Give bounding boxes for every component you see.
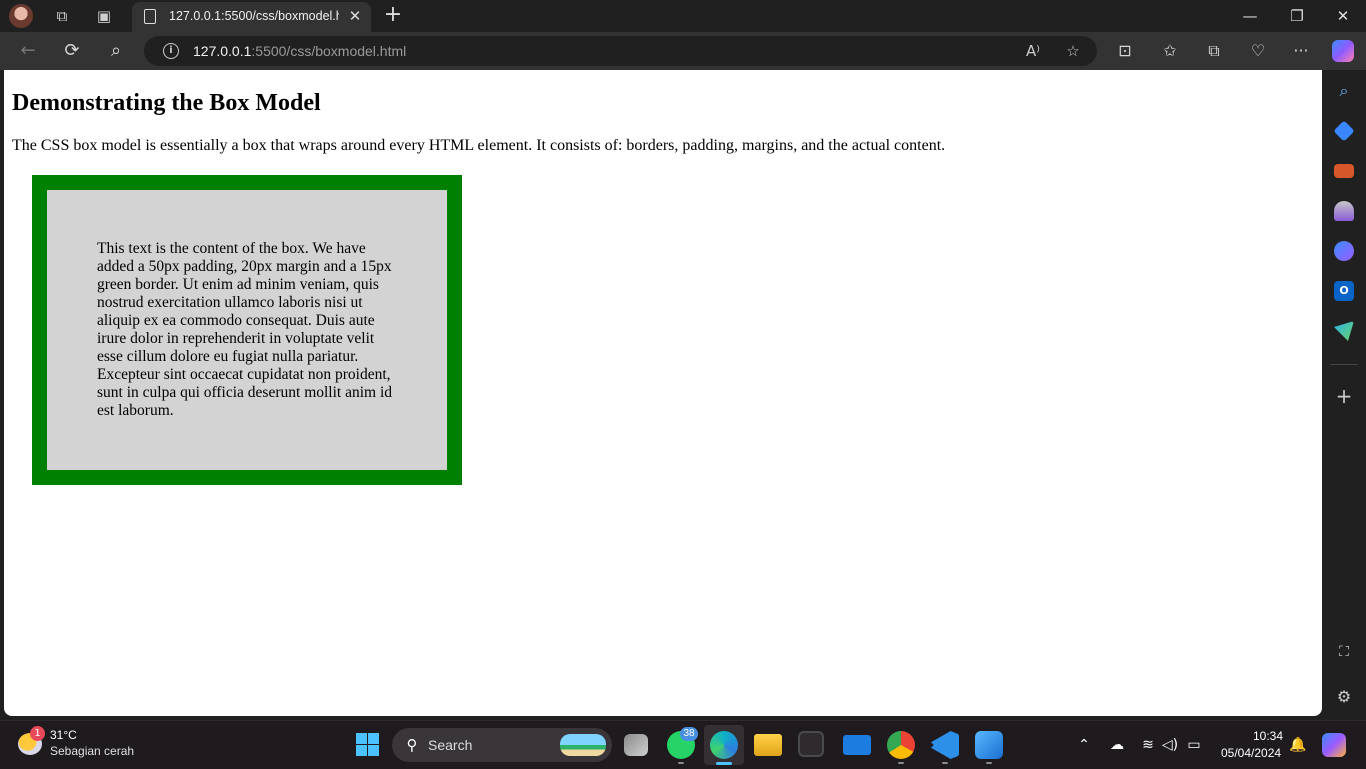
read-aloud-icon[interactable]: A⁾ bbox=[1023, 41, 1043, 61]
page-intro-paragraph: The CSS box model is essentially a box t… bbox=[12, 137, 946, 154]
new-tab-button[interactable]: + bbox=[383, 4, 403, 26]
copilot-icon[interactable] bbox=[1332, 40, 1354, 62]
whatsapp-badge: 38 bbox=[680, 727, 698, 741]
tools-icon[interactable] bbox=[1334, 164, 1354, 178]
tab-title: 127.0.0.1:5500/css/boxmodel.htm bbox=[169, 9, 339, 23]
file-explorer-icon[interactable] bbox=[754, 734, 782, 756]
favorite-star-icon[interactable]: ☆ bbox=[1063, 41, 1083, 61]
add-sidebar-app-icon[interactable]: + bbox=[1334, 386, 1354, 406]
edge-active-indicator bbox=[716, 762, 732, 765]
edge-sidebar: ⌕ O + ⛶ ⚙ bbox=[1322, 70, 1366, 716]
onedrive-icon[interactable]: ☁ bbox=[1107, 735, 1127, 755]
sidebar-settings-icon[interactable]: ⚙ bbox=[1334, 687, 1354, 707]
url-host: 127.0.0.1 bbox=[193, 43, 252, 59]
refresh-button[interactable]: ⟳ bbox=[61, 40, 83, 62]
box-model-demo: This text is the content of the box. We … bbox=[32, 175, 462, 485]
performance-icon[interactable]: ♡ bbox=[1248, 41, 1268, 61]
url-text[interactable]: 127.0.0.1:5500/css/boxmodel.html bbox=[193, 43, 406, 59]
photos-running-indicator bbox=[986, 762, 992, 764]
copilot-taskbar-icon[interactable] bbox=[1322, 733, 1346, 757]
edge-icon[interactable] bbox=[710, 731, 738, 759]
notification-bell-icon[interactable]: 🔔 bbox=[1288, 735, 1308, 755]
weather-description[interactable]: Sebagian cerah bbox=[50, 744, 134, 758]
show-hidden-icons-chevron[interactable]: ⌃ bbox=[1074, 735, 1094, 755]
vscode-icon[interactable] bbox=[931, 731, 959, 759]
microsoft-365-icon[interactable] bbox=[1334, 241, 1354, 261]
sidebar-separator bbox=[1330, 364, 1358, 365]
browser-toolbar: ← ⟳ ⌕ i 127.0.0.1:5500/css/boxmodel.html… bbox=[0, 32, 1366, 70]
close-window-button[interactable]: ✕ bbox=[1331, 6, 1355, 26]
page-viewport: Demonstrating the Box Model The CSS box … bbox=[4, 70, 1322, 716]
site-info-icon[interactable]: i bbox=[163, 43, 179, 59]
search-placeholder: Search bbox=[428, 737, 473, 753]
games-icon[interactable] bbox=[1334, 201, 1354, 221]
collections-icon[interactable]: ⧉ bbox=[1204, 41, 1224, 61]
profile-avatar[interactable] bbox=[9, 4, 33, 28]
split-screen-icon[interactable]: ⊡ bbox=[1115, 41, 1135, 61]
box-content-text: This text is the content of the box. We … bbox=[97, 240, 393, 419]
clock-time[interactable]: 10:34 bbox=[1253, 729, 1283, 743]
volume-icon[interactable]: ◁) bbox=[1160, 735, 1180, 755]
whatsapp-running-indicator bbox=[678, 762, 684, 764]
title-bar: ⧉ ▣ 127.0.0.1:5500/css/boxmodel.htm ✕ + … bbox=[0, 0, 1366, 32]
favorites-icon[interactable]: ✩ bbox=[1160, 41, 1180, 61]
microsoft-store-icon[interactable] bbox=[798, 731, 824, 757]
workspaces-icon[interactable]: ⧉ bbox=[52, 6, 72, 26]
vscode-running-indicator bbox=[942, 762, 948, 764]
outlook-icon[interactable]: O bbox=[1334, 281, 1354, 301]
search-icon: ⚲ bbox=[406, 736, 418, 754]
mail-icon[interactable] bbox=[843, 735, 871, 755]
search-highlight-image bbox=[560, 734, 606, 756]
photos-icon[interactable] bbox=[975, 731, 1003, 759]
chrome-icon[interactable] bbox=[887, 731, 915, 759]
restore-button[interactable]: ❐ bbox=[1285, 6, 1309, 26]
browser-tab-active[interactable]: 127.0.0.1:5500/css/boxmodel.htm ✕ bbox=[132, 2, 371, 32]
clock-date[interactable]: 05/04/2024 bbox=[1221, 746, 1281, 760]
vertical-tabs-icon[interactable]: ▣ bbox=[94, 6, 114, 26]
weather-badge: 1 bbox=[30, 726, 45, 741]
tab-close-icon[interactable]: ✕ bbox=[347, 8, 363, 24]
battery-icon[interactable]: ▭ bbox=[1184, 735, 1204, 755]
screenshot-icon[interactable]: ⛶ bbox=[1334, 642, 1354, 662]
page-heading: Demonstrating the Box Model bbox=[12, 90, 321, 116]
drop-icon[interactable] bbox=[1334, 321, 1354, 341]
back-button[interactable]: ← bbox=[17, 40, 39, 62]
wifi-icon[interactable]: ≋ bbox=[1138, 735, 1158, 755]
url-path: :5500/css/boxmodel.html bbox=[251, 43, 407, 59]
address-bar[interactable]: i 127.0.0.1:5500/css/boxmodel.html A⁾ ☆ bbox=[144, 36, 1097, 66]
weather-temperature[interactable]: 31°C bbox=[50, 728, 77, 742]
page-favicon-icon bbox=[144, 9, 156, 24]
sidebar-search-icon[interactable]: ⌕ bbox=[1334, 81, 1354, 101]
taskbar-search[interactable]: ⚲ Search bbox=[392, 728, 612, 762]
search-icon[interactable]: ⌕ bbox=[105, 40, 127, 62]
chrome-running-indicator bbox=[898, 762, 904, 764]
task-view-icon[interactable] bbox=[624, 734, 648, 756]
shopping-tag-icon[interactable] bbox=[1333, 120, 1355, 142]
start-button[interactable] bbox=[356, 733, 379, 756]
more-menu-icon[interactable]: ··· bbox=[1291, 41, 1311, 61]
windows-taskbar: 1 31°C Sebagian cerah ⚲ Search 38 ⌃ ☁ ≋ … bbox=[0, 720, 1366, 769]
minimize-button[interactable]: — bbox=[1238, 6, 1262, 26]
